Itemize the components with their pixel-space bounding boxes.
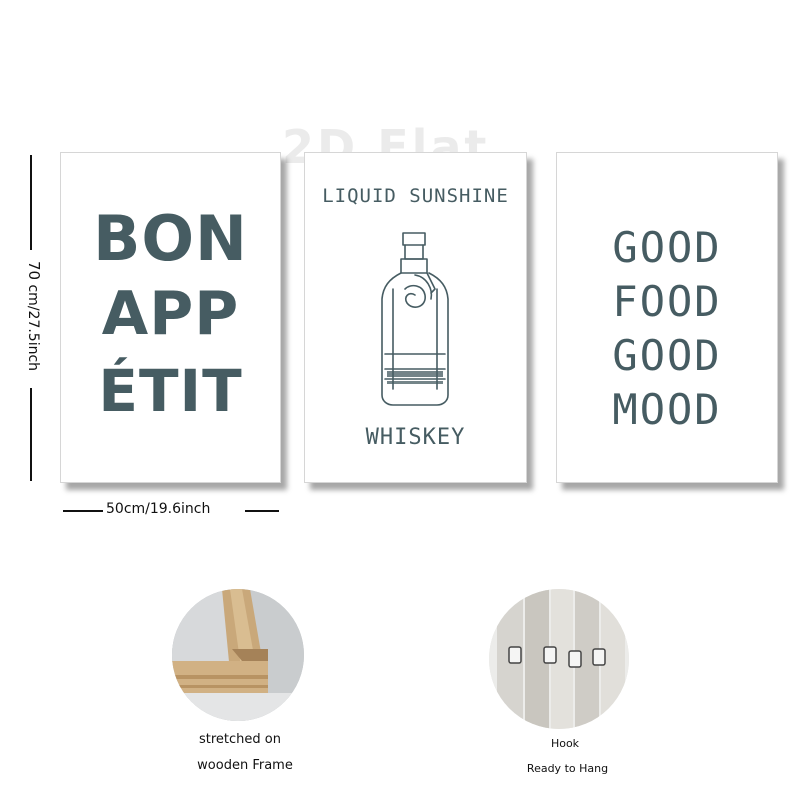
print-text-line: ÉTIT (98, 357, 243, 425)
hook-caption: Hook (550, 737, 580, 750)
height-dimension-label: 70 cm/27.5inch (25, 246, 43, 386)
hook-image (489, 589, 629, 729)
canvas-print-whiskey: LIQUID SUNSHINE WHISKEY (304, 152, 527, 483)
height-dimension-line (30, 155, 32, 250)
hook-caption: Ready to Hang (526, 762, 609, 775)
wooden-frame-image (172, 589, 304, 721)
print-text-line: FOOD (612, 277, 722, 326)
print-text-line: GOOD (612, 223, 722, 272)
width-dimension-line (245, 510, 279, 512)
canvas-print-good-food: GOOD FOOD GOOD MOOD (556, 152, 778, 483)
print-text-line: APP (101, 279, 240, 349)
print-text-line: GOOD (612, 331, 722, 380)
width-dimension-label: 50cm/19.6inch (106, 501, 211, 517)
wooden-frame-photo (172, 589, 304, 721)
height-value: 70 (25, 260, 43, 281)
canvas-print-bon-appetit: BON APP ÉTIT (60, 152, 281, 483)
hook-photo (489, 589, 629, 729)
whiskey-bottle-icon (381, 232, 449, 406)
print-heading: LIQUID SUNSHINE (322, 185, 509, 207)
width-dimension-line (63, 510, 103, 512)
print-text-line: BON (93, 202, 248, 275)
print-text-line: MOOD (612, 385, 722, 434)
frame-caption: stretched on (199, 732, 281, 747)
height-dimension-line (30, 388, 32, 481)
frame-caption: wooden Frame (197, 758, 293, 773)
print-caption: WHISKEY (365, 425, 466, 450)
height-unit: cm/27.5inch (25, 280, 41, 372)
